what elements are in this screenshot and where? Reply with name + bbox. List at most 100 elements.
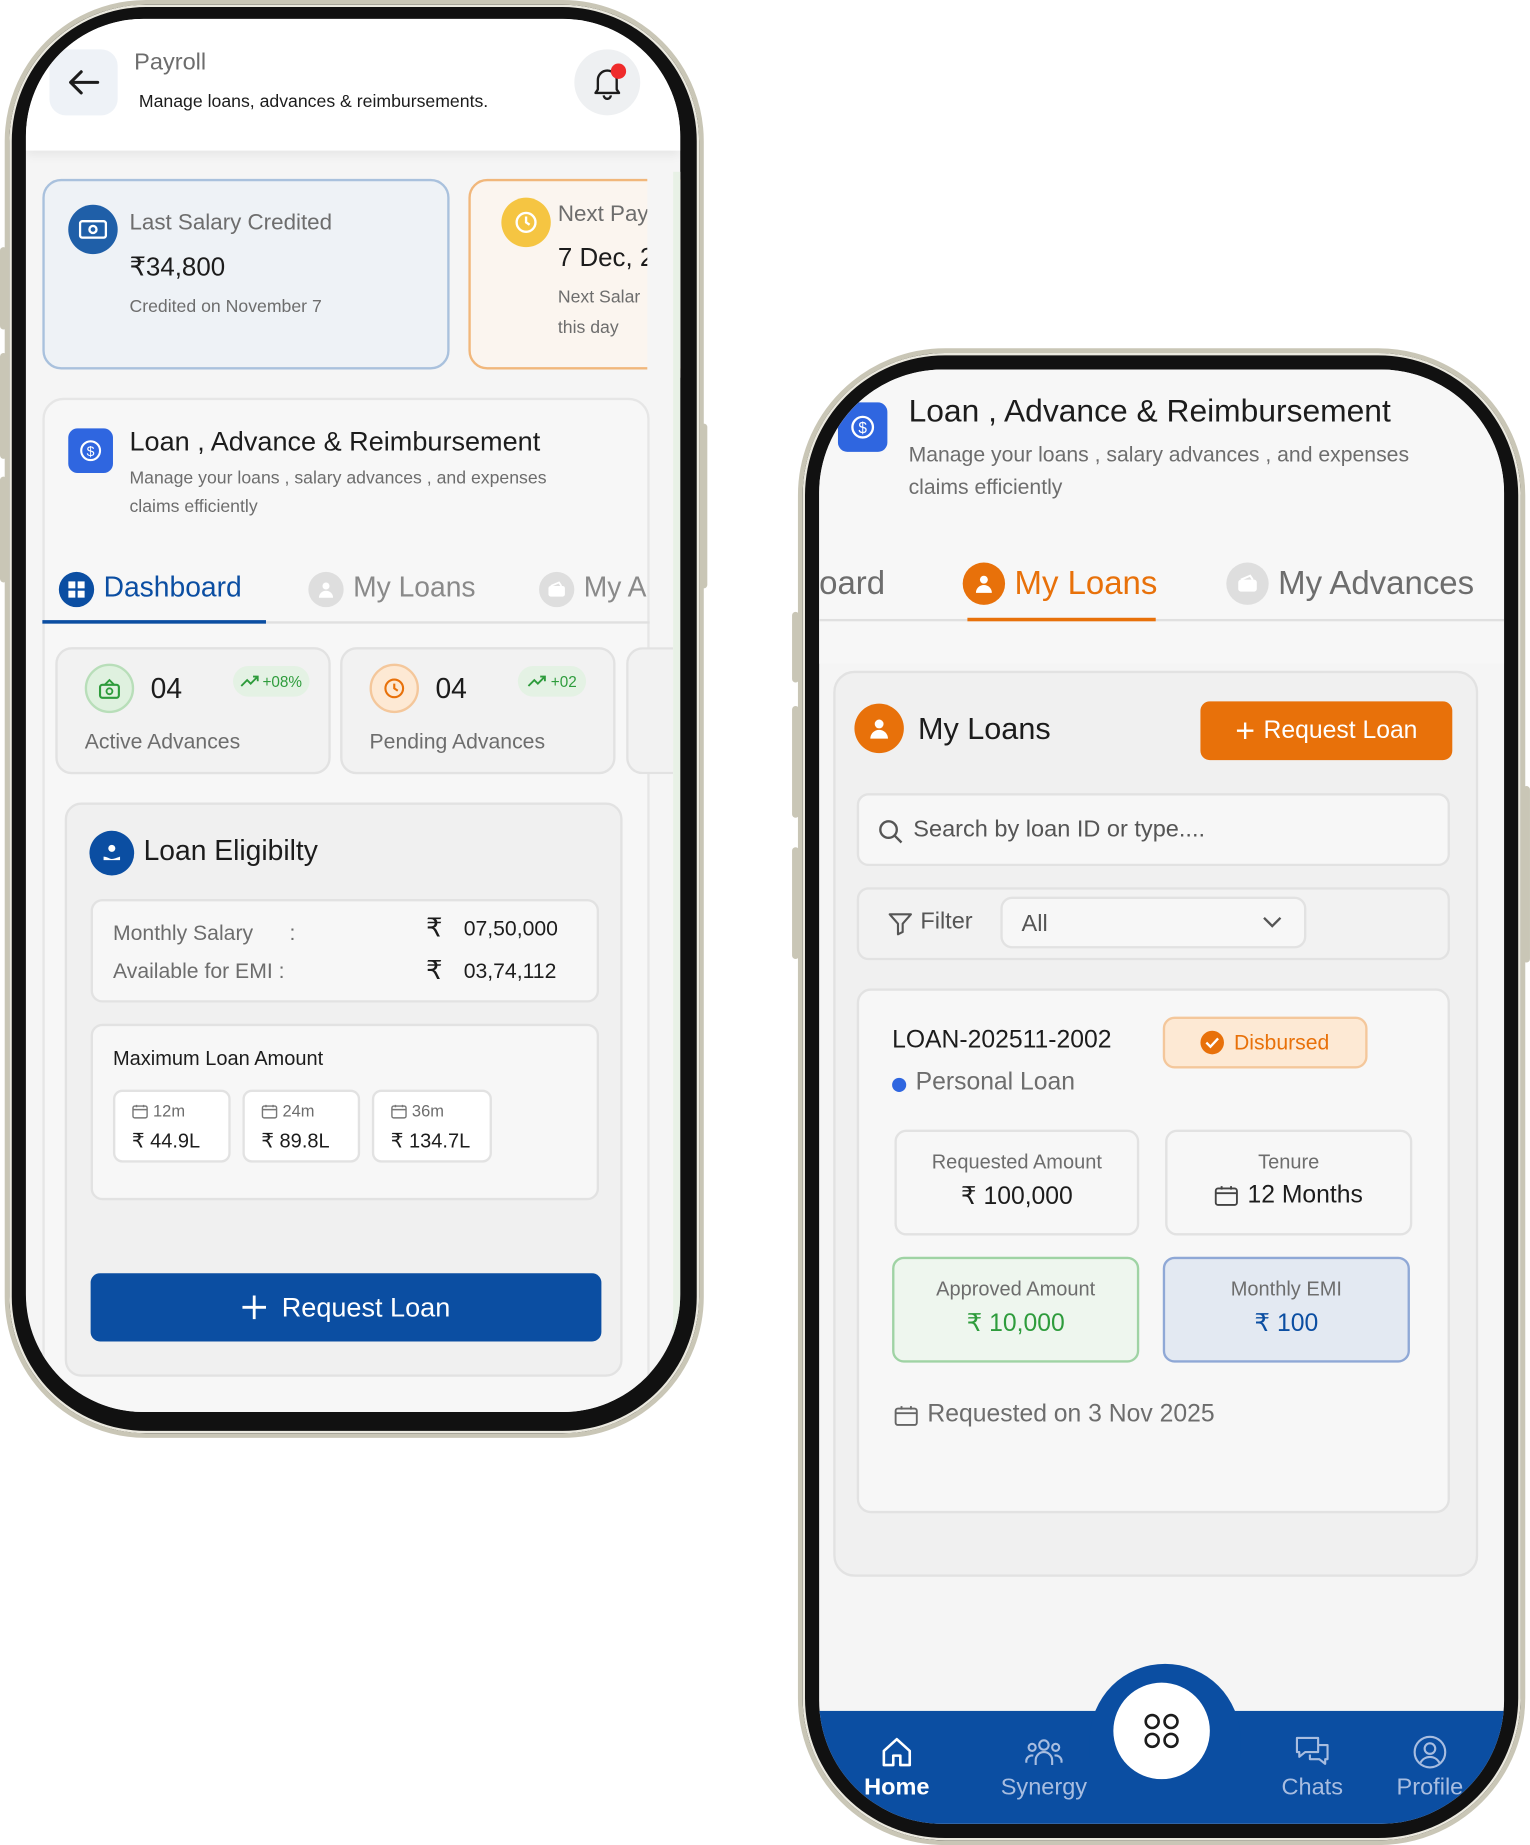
section-desc-1: Manage your loans , salary advances , an… — [129, 468, 547, 489]
back-button[interactable] — [49, 49, 118, 116]
money-bag-icon — [84, 663, 135, 714]
stat-active-label: Active Advances — [84, 729, 241, 754]
notification-dot — [610, 63, 627, 79]
status-badge-label: Disbursed — [1233, 1030, 1330, 1054]
term-chip-amount: ₹ 89.8L — [261, 1129, 330, 1152]
calendar-icon — [894, 1406, 918, 1426]
dollar-icon: $ — [837, 402, 888, 452]
term-chip-term: 24m — [282, 1101, 315, 1121]
stat-pending-trend: +02 — [517, 666, 587, 697]
loan-type: Personal Loan — [915, 1068, 1076, 1096]
approved-amount-label: Approved Amount — [936, 1277, 1096, 1301]
stat-card-clipped — [626, 647, 674, 775]
tab-dashboard[interactable]: oard — [819, 560, 913, 619]
tab-dashboard-label: oard — [819, 564, 886, 602]
stat-active-trend-text: +08% — [262, 672, 303, 691]
wallet-icon — [539, 571, 575, 608]
left-phone-side-button — [0, 247, 8, 330]
right-edge-scroll-strip — [673, 171, 681, 1413]
requested-amount-value: ₹ 100,000 — [960, 1182, 1073, 1210]
rupee-icon: ₹ — [426, 913, 443, 943]
arrow-left-icon — [69, 70, 100, 95]
emi-available-label: Available for EMI : — [112, 959, 285, 983]
trend-up-icon — [527, 675, 546, 687]
tenure-label: Tenure — [1258, 1150, 1320, 1174]
approved-amount-value: ₹ 10,000 — [966, 1309, 1065, 1337]
nav-home[interactable]: Home — [854, 1734, 939, 1816]
header-subtitle: Manage loans, advances & reimbursements. — [138, 91, 489, 112]
eligibility-title: Loan Eligibilty — [143, 835, 318, 868]
right-phone-side-button — [792, 706, 800, 818]
term-chip-term: 12m — [152, 1101, 186, 1121]
term-chip-24m[interactable]: 24m ₹ 89.8L — [242, 1089, 361, 1163]
wallet-icon — [1226, 562, 1269, 605]
salary-label: Last Salary Credited — [129, 210, 333, 236]
term-chip-term: 36m — [411, 1101, 444, 1121]
request-loan-button[interactable]: Request Loan — [1200, 701, 1453, 761]
monthly-emi-value: ₹ 100 — [1254, 1309, 1319, 1337]
requested-amount-label: Requested Amount — [931, 1150, 1102, 1174]
tab-dashboard-label: Dashboard — [103, 571, 242, 604]
notification-button[interactable] — [574, 49, 641, 116]
tab-my-loans[interactable]: My Loans — [308, 565, 508, 624]
person-coin-icon — [854, 703, 904, 754]
monthly-emi-box: Monthly EMI ₹ 100 — [1162, 1256, 1410, 1363]
left-screen: Payroll Manage loans, advances & reimbur… — [25, 18, 681, 1413]
left-phone-side-button — [0, 476, 8, 583]
people-group-icon — [1025, 1739, 1063, 1766]
loan-type-dot — [892, 1077, 907, 1092]
request-loan-button[interactable]: Request Loan — [90, 1273, 602, 1342]
plus-icon — [242, 1295, 267, 1320]
filter-select-value: All — [1021, 910, 1048, 937]
monthly-salary-label: Monthly Salary — [112, 921, 254, 945]
emi-available-value: 03,74,112 — [463, 959, 557, 983]
stat-active-value: 04 — [150, 673, 183, 705]
calendar-icon — [1214, 1186, 1238, 1206]
tab-my-advances[interactable]: My A — [539, 565, 647, 624]
search-input[interactable]: Search by loan ID or type.... — [856, 793, 1450, 867]
nav-profile[interactable]: Profile — [1386, 1734, 1473, 1816]
dollar-icon: $ — [68, 428, 113, 474]
grid-icon — [58, 571, 95, 608]
nav-chats[interactable]: Chats — [1271, 1734, 1353, 1816]
salary-note: Credited on November 7 — [129, 296, 322, 317]
apps-fab-button[interactable] — [1113, 1682, 1210, 1780]
calendar-icon — [132, 1104, 148, 1119]
nav-synergy[interactable]: Synergy — [991, 1734, 1097, 1816]
svg-text:$: $ — [87, 443, 95, 459]
stat-pending-value: 04 — [435, 673, 467, 705]
tab-my-advances-label: My Advances — [1278, 564, 1475, 602]
section-title: Loan , Advance & Reimbursement — [129, 425, 541, 457]
search-placeholder: Search by loan ID or type.... — [913, 816, 1206, 843]
term-chip-36m[interactable]: 36m ₹ 134.7L — [371, 1089, 492, 1163]
rupee-icon: ₹ — [426, 955, 443, 985]
stat-pending-label: Pending Advances — [369, 729, 546, 754]
requested-on: Requested on 3 Nov 2025 — [927, 1400, 1215, 1428]
tab-dashboard[interactable]: Dashboard — [42, 565, 266, 624]
filter-label: Filter — [920, 908, 973, 935]
tab-my-loans[interactable]: My Loans — [962, 558, 1158, 622]
plus-icon — [1236, 722, 1253, 739]
status-badge: Disbursed — [1162, 1016, 1368, 1069]
chat-icon — [1295, 1736, 1329, 1765]
term-chip-12m[interactable]: 12m ₹ 44.9L — [112, 1089, 231, 1163]
person-coin-icon — [308, 571, 344, 608]
right-phone-side-button — [792, 611, 800, 683]
tab-active-underline — [967, 617, 1156, 622]
left-phone-power-button — [700, 423, 708, 589]
tab-my-advances[interactable]: My Advances — [1226, 558, 1497, 622]
nav-profile-label: Profile — [1396, 1774, 1464, 1801]
person-hand-icon — [89, 830, 135, 876]
right-phone-power-button — [1522, 786, 1530, 963]
tenure-value: 12 Months — [1247, 1181, 1363, 1209]
filter-select[interactable]: All — [1000, 896, 1307, 949]
home-icon — [882, 1737, 912, 1767]
monthly-salary-sep: : — [289, 921, 296, 945]
section-desc-1: Manage your loans , salary advances , an… — [908, 442, 1410, 466]
next-pay-label: Next Pay — [557, 202, 648, 228]
apps-grid-icon — [1144, 1713, 1179, 1749]
calendar-icon — [391, 1104, 407, 1119]
nav-synergy-label: Synergy — [1000, 1774, 1088, 1801]
monthly-emi-label: Monthly EMI — [1230, 1277, 1342, 1301]
approved-amount-box: Approved Amount ₹ 10,000 — [892, 1256, 1140, 1363]
